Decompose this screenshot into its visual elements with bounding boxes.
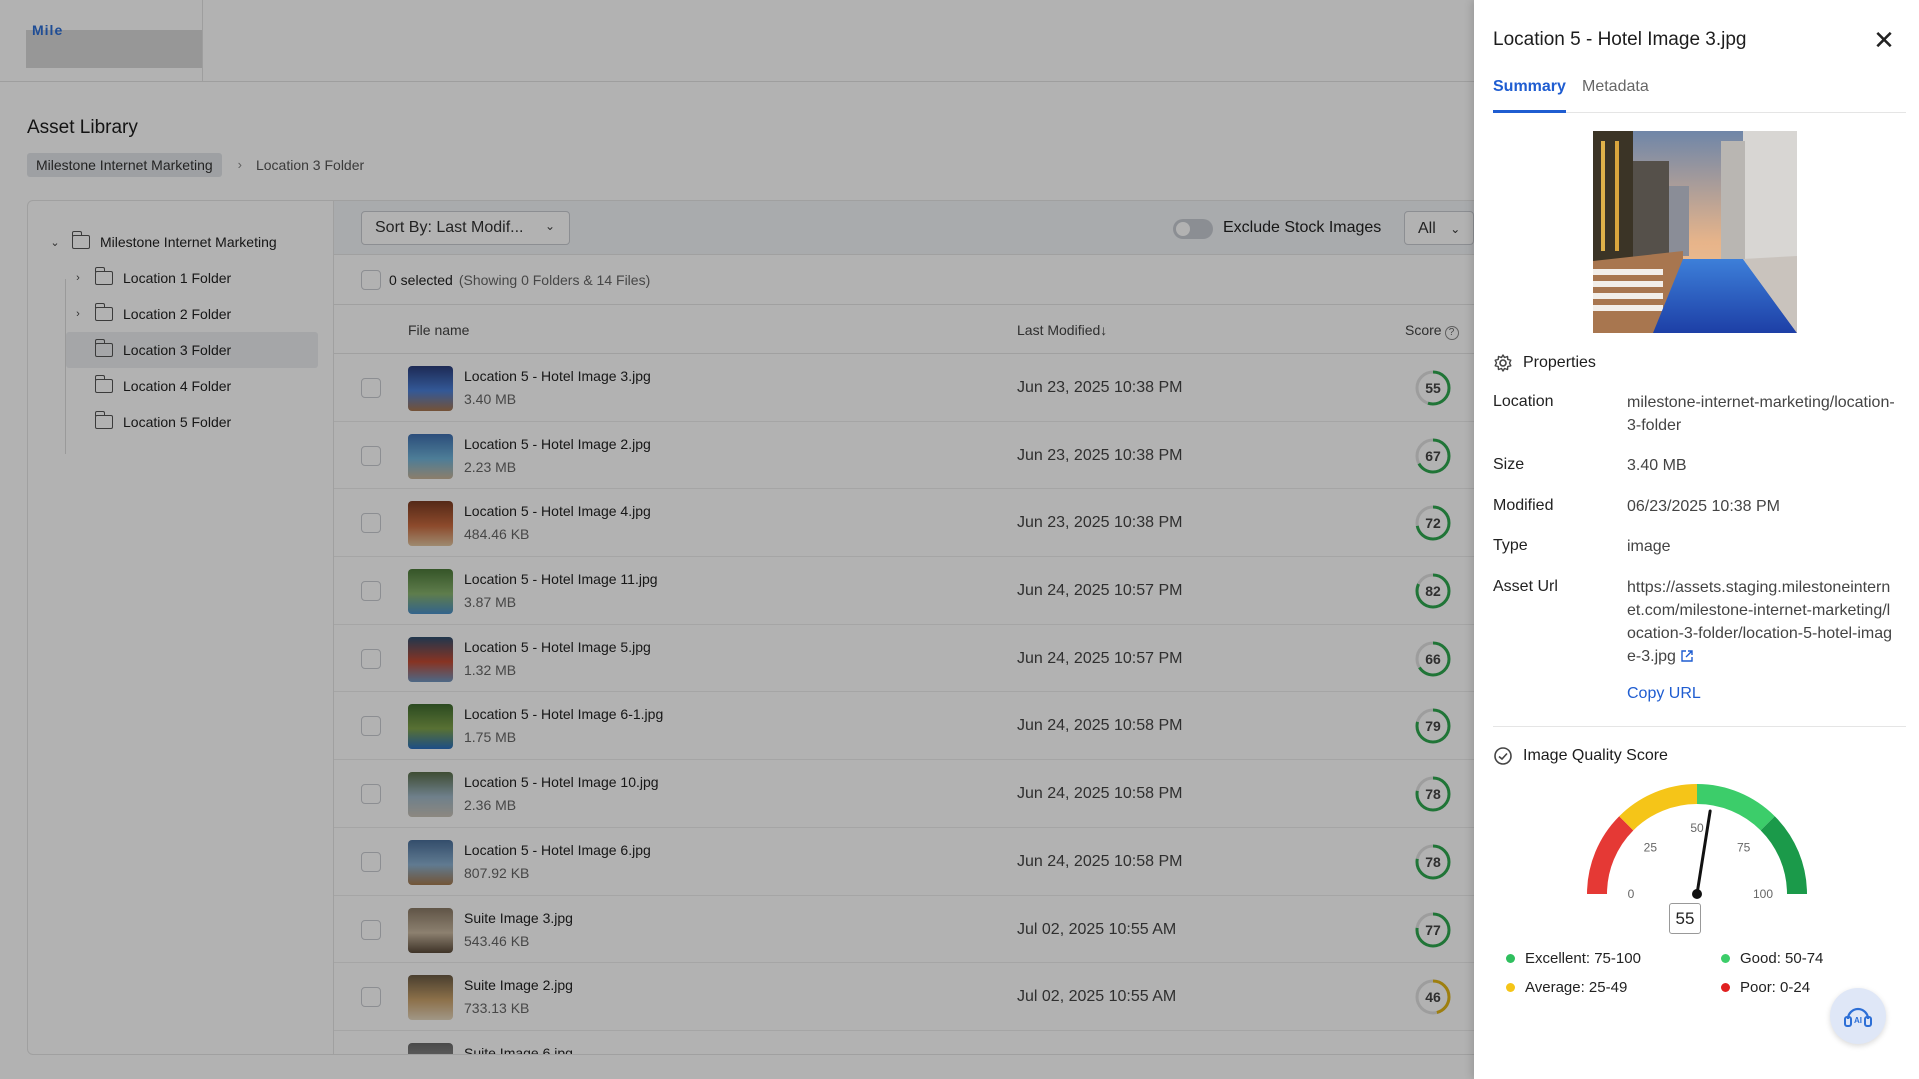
divider bbox=[1493, 726, 1906, 727]
prop-label-asset-url: Asset Url bbox=[1493, 578, 1558, 595]
prop-value-size: 3.40 MB bbox=[1627, 457, 1687, 474]
legend-excellent: Excellent: 75-100 bbox=[1506, 950, 1641, 967]
legend-good: Good: 50-74 bbox=[1721, 950, 1823, 967]
gauge-segment bbox=[1619, 784, 1698, 831]
prop-value-location: milestone-internet-marketing/location-3-… bbox=[1627, 394, 1895, 434]
properties-heading: Properties bbox=[1493, 353, 1596, 373]
asset-details-drawer: Location 5 - Hotel Image 3.jpg ✕ Summary… bbox=[1474, 0, 1919, 1079]
legend-dot bbox=[1721, 983, 1730, 992]
gauge-segment bbox=[1587, 816, 1634, 895]
quality-score-value: 55 bbox=[1669, 903, 1701, 934]
drawer-title: Location 5 - Hotel Image 3.jpg bbox=[1493, 29, 1747, 50]
gauge-hub bbox=[1692, 889, 1702, 899]
prop-label-size: Size bbox=[1493, 456, 1525, 473]
asset-url-text: https://assets.staging.milestoneinternet… bbox=[1627, 579, 1893, 665]
legend-dot bbox=[1506, 954, 1515, 963]
close-icon[interactable]: ✕ bbox=[1872, 27, 1896, 53]
svg-text:AI: AI bbox=[1854, 1016, 1862, 1025]
legend-average: Average: 25-49 bbox=[1506, 979, 1627, 996]
ai-chat-icon: AI bbox=[1844, 1007, 1872, 1027]
prop-value-type: image bbox=[1627, 538, 1671, 555]
legend-label: Excellent: 75-100 bbox=[1525, 950, 1641, 967]
legend-label: Poor: 0-24 bbox=[1740, 979, 1811, 996]
hotel-pool-image bbox=[1593, 131, 1797, 333]
gauge-tick-label: 100 bbox=[1753, 887, 1773, 901]
gauge-tick-label: 75 bbox=[1737, 840, 1751, 854]
prop-value-modified: 06/23/2025 10:38 PM bbox=[1627, 498, 1781, 515]
legend-label: Good: 50-74 bbox=[1740, 950, 1824, 967]
check-circle-icon bbox=[1494, 747, 1512, 765]
asset-url-link[interactable]: https://assets.staging.milestoneinternet… bbox=[1627, 576, 1899, 668]
quality-heading: Image Quality Score bbox=[1493, 746, 1668, 766]
copy-url-button[interactable]: Copy URL bbox=[1627, 685, 1701, 703]
prop-label-type: Type bbox=[1493, 537, 1528, 554]
legend-dot bbox=[1721, 954, 1730, 963]
external-link-icon[interactable] bbox=[1680, 649, 1694, 663]
section-title: Image Quality Score bbox=[1523, 747, 1668, 764]
legend-label: Average: 25-49 bbox=[1525, 979, 1628, 996]
prop-label-modified: Modified bbox=[1493, 497, 1554, 514]
image-preview bbox=[1593, 131, 1797, 333]
tab-metadata[interactable]: Metadata bbox=[1582, 78, 1649, 113]
gauge-tick-label: 0 bbox=[1628, 887, 1635, 901]
section-title: Properties bbox=[1523, 354, 1596, 371]
gauge-segment bbox=[1760, 816, 1807, 895]
tab-summary[interactable]: Summary bbox=[1493, 78, 1566, 113]
ai-assistant-button[interactable]: AI bbox=[1830, 988, 1886, 1044]
gear-icon bbox=[1494, 354, 1512, 372]
legend-poor: Poor: 0-24 bbox=[1721, 979, 1810, 996]
gauge-tick-label: 50 bbox=[1690, 821, 1704, 835]
modal-backdrop[interactable] bbox=[0, 0, 1474, 1079]
legend-dot bbox=[1506, 983, 1515, 992]
drawer-tabs: Summary Metadata bbox=[1493, 76, 1906, 113]
gauge-tick-label: 25 bbox=[1644, 840, 1658, 854]
prop-label-location: Location bbox=[1493, 393, 1554, 410]
